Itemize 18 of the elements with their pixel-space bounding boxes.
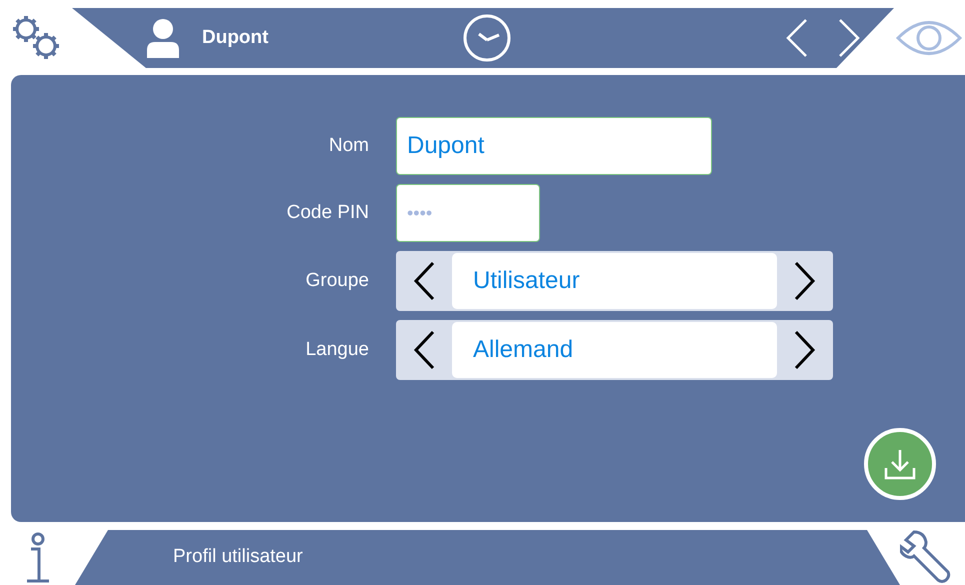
chevron-left-icon — [413, 261, 435, 301]
field-label: Groupe — [304, 268, 369, 293]
user-icon — [145, 18, 181, 58]
chevron-left-icon — [413, 330, 435, 370]
field-label: Code PIN — [286, 200, 369, 225]
next-icon[interactable] — [838, 18, 860, 58]
chevron-right-icon — [794, 261, 816, 301]
option-selector[interactable]: Utilisateur — [396, 251, 833, 311]
chevron-right-icon — [794, 330, 816, 370]
field-label: Nom — [328, 134, 369, 158]
previous-icon[interactable] — [786, 18, 808, 58]
clock-icon[interactable] — [462, 13, 512, 63]
field-label: Langue — [304, 338, 369, 362]
page-title: Profil utilisateur — [173, 545, 303, 570]
pin-field[interactable]: •••• — [396, 184, 540, 242]
user-name: Dupont — [202, 26, 268, 50]
option-selector[interactable]: Allemand — [396, 320, 833, 380]
name-field[interactable]: Dupont — [396, 117, 712, 175]
